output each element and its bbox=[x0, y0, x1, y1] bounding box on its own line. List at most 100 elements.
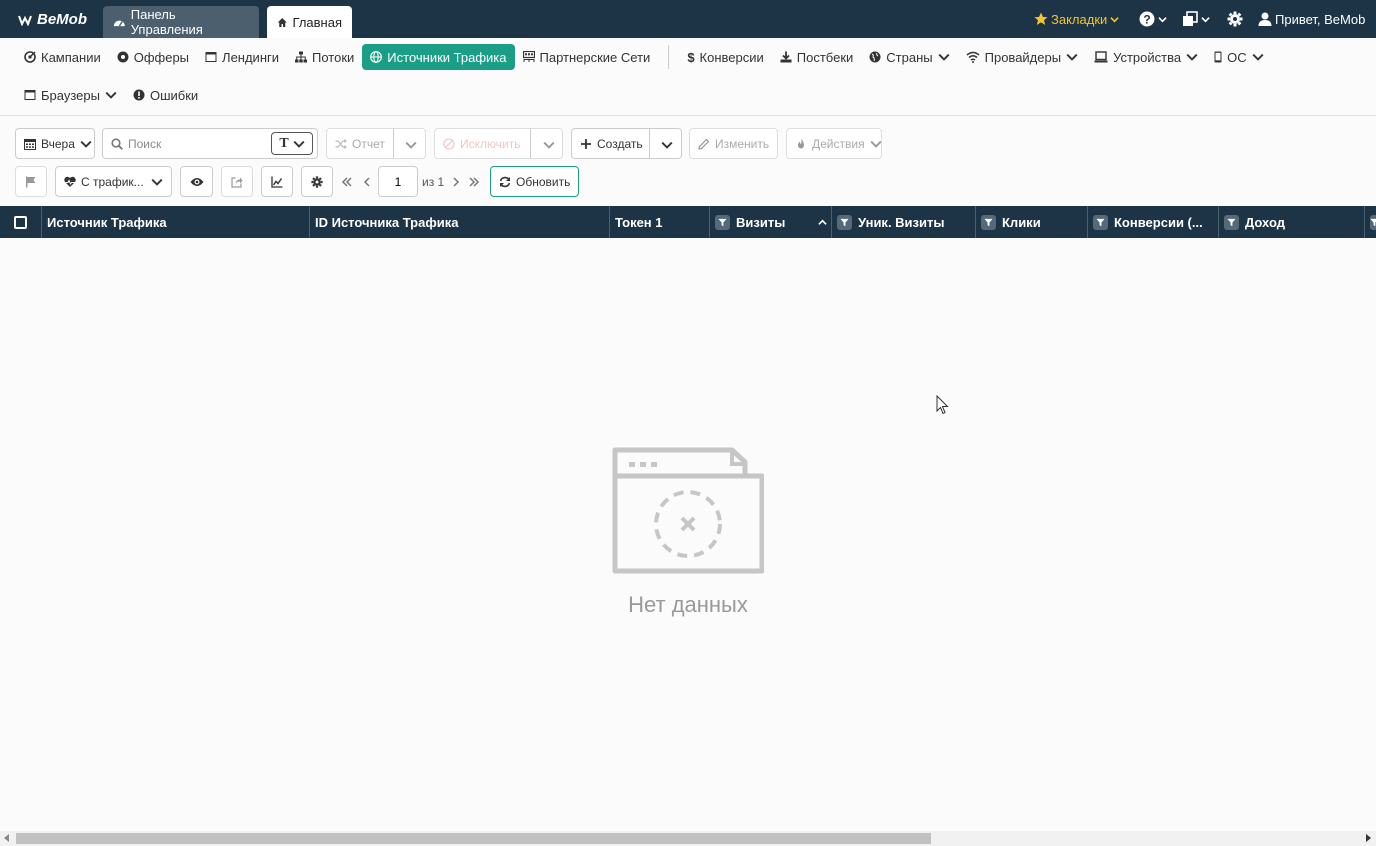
chevron-left-icon bbox=[363, 176, 370, 187]
landing-icon bbox=[205, 52, 217, 62]
network-icon bbox=[522, 51, 535, 62]
column-label: Доход bbox=[1245, 214, 1285, 230]
page-number-input[interactable] bbox=[378, 166, 418, 197]
tab-home-label: Главная bbox=[292, 14, 342, 30]
visibility-button[interactable] bbox=[180, 166, 213, 197]
nav-label: Ошибки bbox=[149, 87, 199, 103]
nav-countries[interactable]: Страны bbox=[861, 44, 957, 70]
nav-browsers[interactable]: Браузеры bbox=[16, 82, 125, 108]
text-search-mode-button[interactable]: T bbox=[271, 132, 313, 155]
report-button[interactable]: Отчет bbox=[326, 128, 426, 159]
nav-errors[interactable]: Ошибки bbox=[125, 82, 206, 108]
settings-button[interactable] bbox=[1227, 0, 1243, 38]
chevron-down-icon[interactable] bbox=[543, 139, 555, 151]
scrollbar-thumb[interactable] bbox=[16, 833, 931, 844]
logo-icon bbox=[18, 15, 32, 26]
chevron-down-icon bbox=[105, 91, 117, 99]
nav-offers[interactable]: Офферы bbox=[109, 44, 197, 70]
windows-menu[interactable] bbox=[1182, 0, 1210, 38]
nav-postbacks[interactable]: Постбеки bbox=[772, 44, 862, 70]
calendar-icon bbox=[24, 138, 36, 150]
edit-button[interactable]: Изменить bbox=[689, 128, 778, 159]
page-total: из 1 bbox=[422, 174, 445, 189]
chevron-down-icon[interactable] bbox=[405, 139, 417, 151]
nav-conversions[interactable]: $ Конверсии bbox=[679, 44, 771, 70]
chevron-down-icon bbox=[1186, 53, 1198, 61]
chevron-down-icon bbox=[1201, 16, 1210, 22]
chevron-down-icon bbox=[1158, 16, 1167, 22]
last-page-button[interactable] bbox=[468, 166, 480, 197]
filter-icon[interactable] bbox=[715, 214, 730, 230]
scroll-right-icon[interactable] bbox=[1366, 834, 1371, 842]
nav-affiliate-networks[interactable]: Партнерские Сети bbox=[515, 44, 659, 70]
plus-icon bbox=[581, 138, 591, 149]
date-range-dropdown[interactable]: Вчера bbox=[15, 128, 95, 159]
error-icon bbox=[133, 89, 145, 101]
column-header-traffic-source[interactable]: Источник Трафика bbox=[42, 206, 310, 238]
filter-icon[interactable] bbox=[1224, 214, 1239, 230]
prev-page-button[interactable] bbox=[362, 166, 372, 197]
column-header-unique-visits[interactable]: Уник. Визиты bbox=[832, 206, 976, 238]
column-header-traffic-source-id[interactable]: ID Источника Трафика bbox=[310, 206, 610, 238]
nav-label: Лендинги bbox=[222, 49, 280, 65]
nav-traffic-sources[interactable]: Источники Трафика bbox=[362, 44, 515, 70]
campaign-icon bbox=[24, 51, 36, 63]
chart-button[interactable] bbox=[261, 166, 293, 197]
column-header-visits[interactable]: Визиты bbox=[710, 206, 832, 238]
flag-button[interactable] bbox=[15, 166, 47, 197]
select-all-checkbox[interactable] bbox=[14, 215, 27, 229]
column-header-next[interactable] bbox=[1365, 206, 1376, 238]
refresh-button[interactable]: Обновить bbox=[490, 166, 579, 197]
globe-icon bbox=[370, 51, 383, 63]
traffic-filter-dropdown[interactable]: С трафик... bbox=[55, 166, 172, 197]
nav-flows[interactable]: Потоки bbox=[287, 44, 362, 70]
chevron-down-icon bbox=[1110, 16, 1119, 22]
column-settings-button[interactable] bbox=[301, 166, 333, 197]
next-page-button[interactable] bbox=[451, 166, 461, 197]
exclude-icon bbox=[443, 137, 455, 150]
dashboard-icon bbox=[113, 20, 125, 26]
bookmarks-menu[interactable]: Закладки bbox=[1034, 0, 1119, 38]
help-menu[interactable]: ? bbox=[1139, 0, 1167, 38]
chevron-down-icon[interactable] bbox=[661, 139, 673, 151]
first-page-button[interactable] bbox=[341, 166, 353, 197]
filter-icon[interactable] bbox=[1093, 214, 1108, 230]
share-button[interactable] bbox=[221, 166, 253, 197]
tab-dashboard[interactable]: Панель Управления bbox=[103, 6, 259, 38]
column-header-conversions[interactable]: Конверсии (... bbox=[1088, 206, 1219, 238]
mobile-icon bbox=[1214, 51, 1222, 63]
exclude-button[interactable]: Исключить bbox=[434, 128, 563, 159]
sort-asc-icon bbox=[818, 219, 827, 225]
bemob-logo[interactable]: BeMob bbox=[18, 11, 87, 28]
filter-icon[interactable] bbox=[1370, 214, 1376, 230]
create-button[interactable]: Создать bbox=[571, 128, 682, 159]
nav-label: Источники Трафика bbox=[387, 49, 507, 65]
filter-icon[interactable] bbox=[837, 214, 852, 230]
filter-icon[interactable] bbox=[981, 214, 996, 230]
double-chevron-right-icon bbox=[469, 176, 480, 187]
nav-providers[interactable]: Провайдеры bbox=[958, 44, 1086, 70]
column-header-revenue[interactable]: Доход bbox=[1219, 206, 1365, 238]
user-menu[interactable]: Привет, BeMob bbox=[1258, 0, 1365, 38]
tab-home[interactable]: Главная bbox=[267, 6, 352, 38]
scroll-left-icon[interactable] bbox=[4, 834, 9, 842]
share-icon bbox=[231, 176, 243, 188]
offer-icon bbox=[117, 51, 129, 63]
report-label: Отчет bbox=[352, 136, 385, 151]
column-header-token-1[interactable]: Токен 1 bbox=[610, 206, 710, 238]
nav-campaigns[interactable]: Кампании bbox=[16, 44, 109, 70]
nav-os[interactable]: ОС bbox=[1206, 44, 1272, 70]
nav-devices[interactable]: Устройства bbox=[1086, 44, 1206, 70]
split-divider bbox=[530, 129, 531, 158]
search-input[interactable] bbox=[128, 136, 278, 151]
horizontal-scrollbar[interactable] bbox=[0, 831, 1376, 846]
chevron-down-icon bbox=[1252, 53, 1264, 61]
actions-dropdown[interactable]: Действия bbox=[786, 128, 882, 159]
split-divider bbox=[649, 129, 650, 158]
nav-landings[interactable]: Лендинги bbox=[197, 44, 287, 70]
refresh-label: Обновить bbox=[516, 174, 571, 189]
column-header-clicks[interactable]: Клики bbox=[976, 206, 1088, 238]
chevron-down-icon bbox=[293, 140, 305, 148]
nav-label: ОС bbox=[1227, 49, 1247, 65]
toolbar-divider bbox=[0, 115, 1376, 116]
